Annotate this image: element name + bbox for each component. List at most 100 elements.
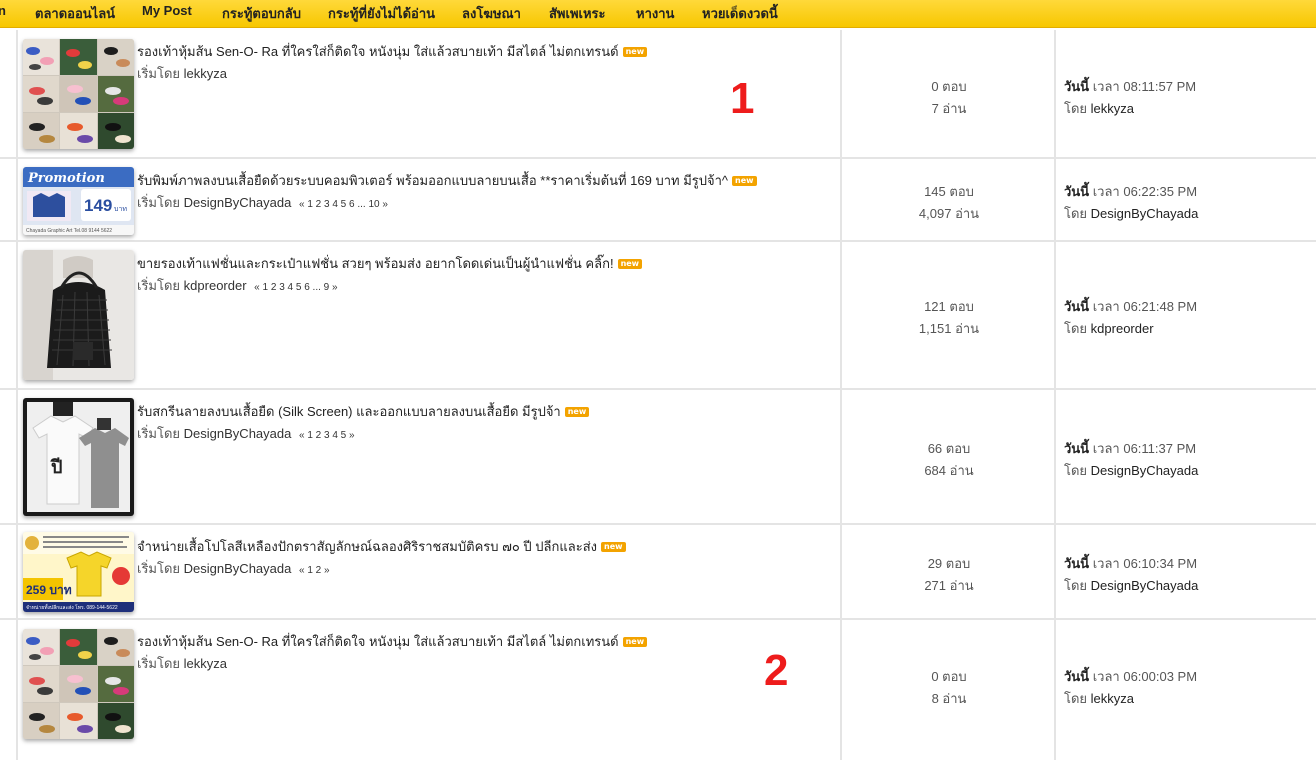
nav-item-unread-topics[interactable]: กระทู้ที่ยังไม่ได้อ่าน bbox=[328, 3, 435, 24]
row-gutter bbox=[0, 390, 18, 523]
last-time-value: 06:11:37 PM bbox=[1123, 441, 1197, 456]
last-time-value: 08:11:57 PM bbox=[1123, 79, 1197, 94]
topic-thumbnail-tshirts[interactable]: ปี bbox=[23, 398, 134, 516]
new-badge: new bbox=[622, 47, 648, 57]
views-count: 684 อ่าน bbox=[842, 460, 1056, 481]
last-post-user: โดย DesignByChayada bbox=[1064, 203, 1198, 224]
views-label: อ่าน bbox=[955, 321, 980, 336]
last-post-user: โดย DesignByChayada bbox=[1064, 575, 1198, 596]
by-label: โดย bbox=[1064, 206, 1088, 221]
last-poster-link[interactable]: DesignByChayada bbox=[1091, 206, 1199, 221]
topic-title-text: รองเท้าหุ้มส้น Sen-O- Ra ที่ใครใส่ก็ติดใ… bbox=[137, 44, 619, 59]
last-post-time: วันนี้ เวลา 06:21:48 PM bbox=[1064, 296, 1197, 317]
last-post-cell: วันนี้ เวลา 06:11:37 PM โดย DesignByChay… bbox=[1054, 390, 1316, 523]
nav-item-jobs[interactable]: หางาน bbox=[636, 3, 674, 24]
time-label: เวลา bbox=[1092, 299, 1120, 314]
today-label: วันนี้ bbox=[1064, 299, 1090, 314]
last-post-time: วันนี้ เวลา 08:11:57 PM bbox=[1064, 76, 1196, 97]
starter-username-link[interactable]: DesignByChayada bbox=[184, 561, 292, 576]
topic-starter: เริ่มโดย DesignByChayada « 1 2 » bbox=[137, 558, 330, 579]
last-post-cell: วันนี้ เวลา 06:21:48 PM โดย kdpreorder bbox=[1054, 242, 1316, 388]
starter-username-link[interactable]: lekkyza bbox=[184, 656, 227, 671]
new-badge: new bbox=[732, 176, 757, 186]
topic-title-link[interactable]: รับสกรีนลายลงบนเสื้อยืด (Silk Screen) แล… bbox=[137, 401, 590, 422]
topic-thumbnail-backpack[interactable] bbox=[23, 250, 134, 380]
page-links[interactable]: « 1 2 3 4 5 6 ... 9 » bbox=[254, 282, 337, 293]
topic-cell: 259 บาท จำหน่ายทั้งปลีกและส่ง โทร. 089-1… bbox=[18, 525, 840, 618]
row-gutter bbox=[0, 159, 18, 240]
today-label: วันนี้ bbox=[1064, 556, 1090, 571]
last-poster-link[interactable]: DesignByChayada bbox=[1091, 578, 1199, 593]
promo-unit: บาท bbox=[114, 206, 127, 213]
topic-row: รองเท้าหุ้มส้น Sen-O- Ra ที่ใครใส่ก็ติดใ… bbox=[0, 620, 1316, 760]
replies-count: 66 ตอบ bbox=[842, 438, 1056, 459]
nav-item-lottery[interactable]: หวยเด็ดงวดนี้ bbox=[702, 3, 778, 24]
stats-cell: 29 ตอบ 271 อ่าน bbox=[840, 525, 1054, 618]
replies-value: 29 bbox=[927, 556, 943, 571]
topic-thumbnail-polo[interactable]: 259 บาท จำหน่ายทั้งปลีกและส่ง โทร. 089-1… bbox=[23, 532, 134, 612]
by-label: โดย bbox=[1064, 691, 1088, 706]
top-nav-bar: n ตลาดออนไลน์ My Post กระทู้ตอบกลับ กระท… bbox=[0, 0, 1316, 28]
replies-count: 0 ตอบ bbox=[842, 76, 1056, 97]
nav-item-replied-topics[interactable]: กระทู้ตอบกลับ bbox=[222, 3, 301, 24]
views-value: 8 bbox=[931, 691, 939, 706]
new-badge: new bbox=[601, 542, 626, 552]
starter-username-link[interactable]: kdpreorder bbox=[184, 278, 247, 293]
views-value: 7 bbox=[931, 101, 939, 116]
last-poster-link[interactable]: kdpreorder bbox=[1091, 321, 1154, 336]
topic-starter: เริ่มโดย DesignByChayada « 1 2 3 4 5 » bbox=[137, 423, 355, 444]
page-links[interactable]: « 1 2 » bbox=[299, 565, 330, 576]
started-by-label: เริ่มโดย bbox=[137, 195, 181, 210]
nav-item-my-post[interactable]: My Post bbox=[142, 3, 192, 18]
last-post-time: วันนี้ เวลา 06:00:03 PM bbox=[1064, 666, 1197, 687]
last-poster-link[interactable]: lekkyza bbox=[1091, 101, 1134, 116]
polo-price: 259 บาท bbox=[26, 583, 72, 597]
nav-item-cut-off[interactable]: n bbox=[0, 3, 6, 18]
views-count: 1,151 อ่าน bbox=[842, 318, 1056, 339]
views-label: อ่าน bbox=[942, 101, 967, 116]
row-gutter bbox=[0, 30, 18, 157]
topic-thumbnail-promotion[interactable]: Promotion 149 บาท Chayada Graphic Art Te… bbox=[23, 167, 134, 235]
topic-title-text: รับพิมพ์ภาพลงบนเสื้อยืดด้วยระบบคอมพิวเตอ… bbox=[137, 173, 729, 188]
time-label: เวลา bbox=[1092, 79, 1120, 94]
topic-title-link[interactable]: รับพิมพ์ภาพลงบนเสื้อยืดด้วยระบบคอมพิวเตอ… bbox=[137, 170, 757, 191]
views-label: อ่าน bbox=[955, 206, 980, 221]
last-poster-link[interactable]: DesignByChayada bbox=[1091, 463, 1199, 478]
topic-title-link[interactable]: รองเท้าหุ้มส้น Sen-O- Ra ที่ใครใส่ก็ติดใ… bbox=[137, 41, 648, 62]
last-post-cell: วันนี้ เวลา 08:11:57 PM โดย lekkyza bbox=[1054, 30, 1316, 157]
last-post-cell: วันนี้ เวลา 06:10:34 PM โดย DesignByChay… bbox=[1054, 525, 1316, 618]
starter-username-link[interactable]: lekkyza bbox=[184, 66, 227, 81]
row-gutter bbox=[0, 525, 18, 618]
replies-value: 121 bbox=[924, 299, 946, 314]
topic-title-text: รองเท้าหุ้มส้น Sen-O- Ra ที่ใครใส่ก็ติดใ… bbox=[137, 634, 619, 649]
replies-label: ตอบ bbox=[942, 79, 967, 94]
nav-item-advertise[interactable]: ลงโฆษณา bbox=[462, 3, 521, 24]
last-post-time: วันนี้ เวลา 06:11:37 PM bbox=[1064, 438, 1196, 459]
views-value: 4,097 bbox=[918, 206, 952, 221]
topic-row: Promotion 149 บาท Chayada Graphic Art Te… bbox=[0, 159, 1316, 242]
nav-item-online-market[interactable]: ตลาดออนไลน์ bbox=[35, 3, 115, 24]
last-post-user: โดย lekkyza bbox=[1064, 98, 1134, 119]
topic-title-link[interactable]: รองเท้าหุ้มส้น Sen-O- Ra ที่ใครใส่ก็ติดใ… bbox=[137, 631, 648, 652]
topic-title-link[interactable]: ขายรองเท้าแฟชั่นและกระเป๋าแฟชั่น สวยๆ พร… bbox=[137, 253, 643, 274]
topic-thumbnail-shoes[interactable] bbox=[23, 629, 134, 739]
started-by-label: เริ่มโดย bbox=[137, 426, 181, 441]
last-post-time: วันนี้ เวลา 06:10:34 PM bbox=[1064, 553, 1197, 574]
topic-cell: Promotion 149 บาท Chayada Graphic Art Te… bbox=[18, 159, 840, 240]
topic-starter: เริ่มโดย lekkyza bbox=[137, 653, 227, 674]
topic-title-text: ขายรองเท้าแฟชั่นและกระเป๋าแฟชั่น สวยๆ พร… bbox=[137, 256, 614, 271]
promo-word: Promotion bbox=[27, 171, 105, 186]
last-poster-link[interactable]: lekkyza bbox=[1091, 691, 1134, 706]
last-post-user: โดย kdpreorder bbox=[1064, 318, 1154, 339]
views-label: อ่าน bbox=[949, 463, 974, 478]
topic-title-link[interactable]: จำหน่ายเสื้อโปโลสีเหลืองปักตราสัญลักษณ์ฉ… bbox=[137, 536, 626, 557]
started-by-label: เริ่มโดย bbox=[137, 561, 181, 576]
page-links[interactable]: « 1 2 3 4 5 6 ... 10 » bbox=[299, 199, 388, 210]
page-links[interactable]: « 1 2 3 4 5 » bbox=[299, 430, 355, 441]
views-count: 271 อ่าน bbox=[842, 575, 1056, 596]
topic-thumbnail-shoes[interactable] bbox=[23, 39, 134, 149]
new-badge: new bbox=[564, 407, 590, 417]
starter-username-link[interactable]: DesignByChayada bbox=[184, 195, 292, 210]
starter-username-link[interactable]: DesignByChayada bbox=[184, 426, 292, 441]
nav-item-miscellaneous[interactable]: สัพเพเหระ bbox=[549, 3, 606, 24]
